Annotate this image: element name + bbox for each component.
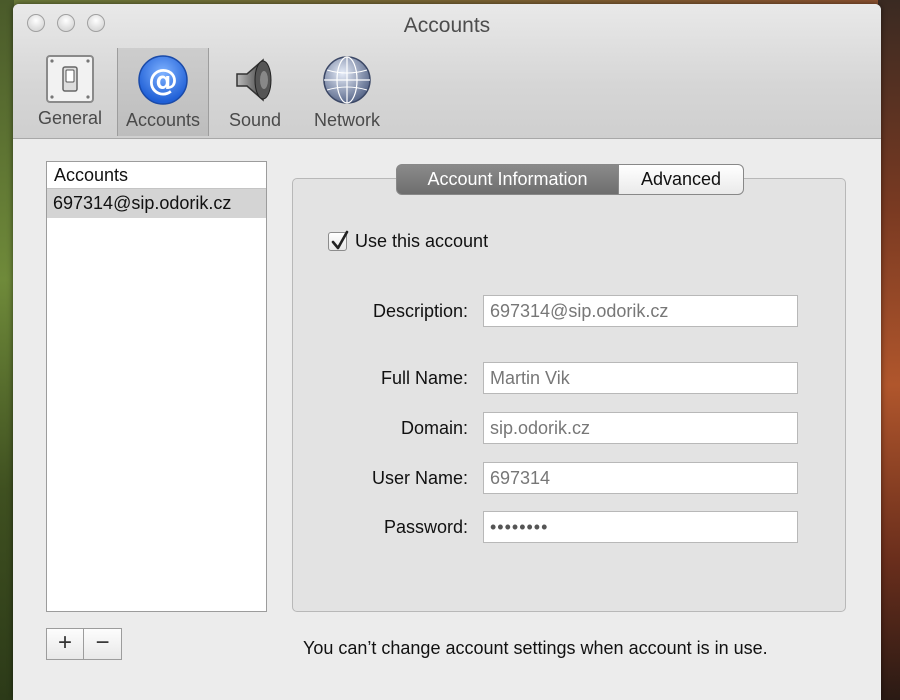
user-name-label: User Name: <box>371 468 468 488</box>
globe-icon <box>323 56 371 104</box>
preferences-window: Accounts General @ Accounts Sound Networ… <box>13 4 881 700</box>
add-account-button[interactable]: + <box>46 628 84 660</box>
toolbar-item-label: Sound <box>228 110 282 130</box>
at-sign-icon: @ <box>138 55 188 105</box>
tab-account-information[interactable]: Account Information <box>396 164 619 195</box>
speaker-icon <box>236 58 272 102</box>
toolbar-item-general[interactable]: General <box>23 48 117 136</box>
domain-field[interactable]: sip.odorik.cz <box>483 412 798 444</box>
desktop-background-right <box>878 0 900 700</box>
use-account-row: Use this account <box>328 230 489 252</box>
desktop-background-left <box>0 0 14 700</box>
password-label: Password: <box>383 517 468 537</box>
use-account-checkbox[interactable] <box>328 230 349 251</box>
password-field[interactable]: •••••••• <box>483 511 798 543</box>
preferences-toolbar: General @ Accounts Sound Network <box>23 48 393 136</box>
description-field[interactable]: 697314@sip.odorik.cz <box>483 295 798 327</box>
user-name-field[interactable]: 697314 <box>483 462 798 494</box>
account-in-use-notice: You can’t change account settings when a… <box>303 638 768 658</box>
toolbar-item-label: Network <box>313 110 380 130</box>
toolbar-item-label: General <box>37 108 103 128</box>
remove-account-button[interactable]: − <box>84 628 122 660</box>
svg-text:@: @ <box>148 63 178 98</box>
add-remove-controls: + − <box>46 628 122 660</box>
accounts-list[interactable]: Accounts 697314@sip.odorik.cz <box>46 161 267 612</box>
toolbar-item-sound[interactable]: Sound <box>209 48 301 136</box>
toolbar-item-label: Accounts <box>125 110 201 130</box>
tab-advanced[interactable]: Advanced <box>619 164 744 195</box>
toolbar-item-network[interactable]: Network <box>301 48 393 136</box>
settings-tabs: Account Information Advanced <box>396 164 744 195</box>
toolbar-item-accounts[interactable]: @ Accounts <box>117 48 209 136</box>
window-title: Accounts <box>403 14 491 37</box>
full-name-label: Full Name: <box>380 368 468 388</box>
description-label: Description: <box>372 301 468 321</box>
accounts-list-header: Accounts <box>47 162 266 189</box>
domain-label: Domain: <box>400 418 468 438</box>
title-bar: Accounts General @ Accounts Sound Networ… <box>13 4 881 139</box>
general-switch-icon <box>46 55 94 103</box>
use-account-label: Use this account <box>355 231 489 251</box>
full-name-field[interactable]: Martin Vik <box>483 362 798 394</box>
account-list-item[interactable]: 697314@sip.odorik.cz <box>47 189 266 218</box>
checkmark-icon <box>331 230 349 250</box>
